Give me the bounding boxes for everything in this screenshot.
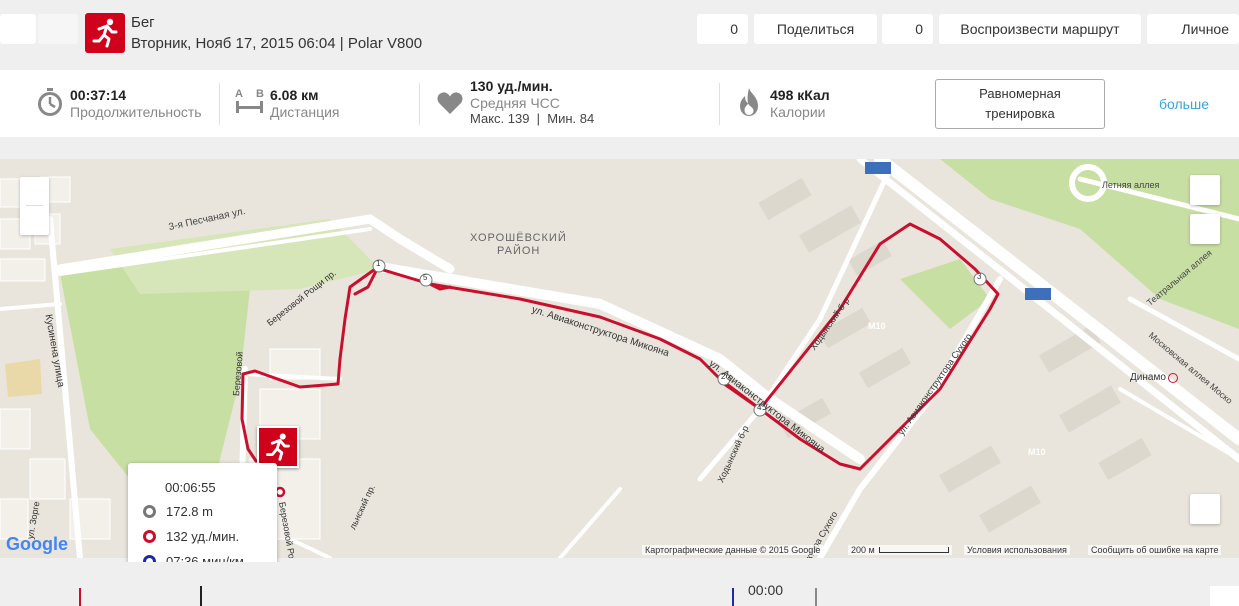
km-marker-label: 4 xyxy=(757,403,762,412)
share-count-button[interactable]: 0 xyxy=(882,14,933,44)
m10-label: M10 xyxy=(1028,447,1046,457)
share-count: 0 xyxy=(915,21,923,37)
hr-value: 130 уд./мин. xyxy=(470,78,553,94)
distance-value: 6.08 км xyxy=(270,87,319,103)
map-data-credit: Картографические данные © 2015 Google xyxy=(642,545,824,555)
district-label: ХОРОШЁВСКИЙ xyxy=(470,232,567,244)
like-count: 0 xyxy=(730,21,738,37)
km-marker-label: 5 xyxy=(423,273,428,282)
street-label: Летняя аллея xyxy=(1102,180,1160,190)
tooltip-altitude: 172.8 m xyxy=(166,504,213,519)
stopwatch-icon xyxy=(37,87,63,122)
stats-bar: 00:37:14 Продолжительность A B 6.08 км Д… xyxy=(0,70,1239,137)
point-b-label: B xyxy=(256,88,264,100)
hr-label: Средняя ЧСС xyxy=(470,95,560,111)
back-button[interactable] xyxy=(0,14,36,44)
calories-value: 498 кКал xyxy=(770,87,830,103)
metro-label: Динамо xyxy=(1130,372,1178,383)
scale-bar xyxy=(878,547,949,553)
point-a-label: A xyxy=(235,88,243,100)
map-type-button[interactable] xyxy=(1190,175,1220,205)
hr-marker-line xyxy=(79,588,81,606)
duration-label: Продолжительность xyxy=(70,104,202,120)
replay-route-button[interactable]: Воспроизвести маршрут xyxy=(939,14,1141,44)
heart-icon xyxy=(437,91,463,120)
map-control-divider xyxy=(26,205,43,206)
share-label: Поделиться xyxy=(776,21,855,37)
privacy-label: Личное xyxy=(1181,21,1229,37)
training-benefit-button[interactable]: Равномерная тренировка xyxy=(935,79,1105,129)
tooltip-altitude-row: 172.8 m xyxy=(143,504,213,519)
zoom-control[interactable] xyxy=(1190,494,1220,524)
tooltip-time: 00:06:55 xyxy=(165,480,216,495)
m10-label: M10 xyxy=(868,321,886,331)
running-icon xyxy=(266,433,290,461)
flame-icon xyxy=(737,87,761,122)
pace-marker-line xyxy=(732,588,734,606)
district-label-2: РАЙОН xyxy=(497,245,541,257)
like-count-button[interactable]: 0 xyxy=(697,14,748,44)
divider xyxy=(219,83,220,125)
metro-icon xyxy=(1167,372,1178,383)
m10-shield xyxy=(1025,288,1051,300)
training-benefit-label: Равномерная тренировка xyxy=(979,86,1061,121)
position-marker xyxy=(274,486,286,498)
hr-max-min: Макс. 139 | Мин. 84 xyxy=(470,111,595,126)
tooltip-heart-rate: 132 уд./мин. xyxy=(166,529,240,544)
divider xyxy=(719,83,720,125)
timeline[interactable]: 00:00 xyxy=(0,562,1239,606)
map-pan-control[interactable] xyxy=(20,177,49,235)
distance-label: Дистанция xyxy=(270,104,340,120)
duration-value: 00:37:14 xyxy=(70,87,127,103)
heart-rate-dot-icon xyxy=(143,530,156,543)
calories-label: Калории xyxy=(770,104,826,120)
km-marker-label: 3 xyxy=(977,272,982,281)
divider xyxy=(419,83,420,125)
fullscreen-button[interactable] xyxy=(1190,214,1220,244)
timeline-scroll-button[interactable] xyxy=(1210,586,1239,606)
replay-route-label: Воспроизвести маршрут xyxy=(960,21,1120,37)
dinamo-label: Динамо xyxy=(1130,372,1166,383)
header: Бег Вторник, Нояб 17, 2015 06:04 | Polar… xyxy=(0,0,1239,58)
report-error-link[interactable]: Сообщить об ошибке на карте xyxy=(1088,545,1222,555)
m10-shield xyxy=(865,162,891,174)
terms-link[interactable]: Условия использования xyxy=(964,545,1070,555)
start-marker[interactable] xyxy=(257,426,299,468)
share-button[interactable]: Поделиться xyxy=(754,14,877,44)
timeline-marker xyxy=(815,588,817,606)
sport-thumbnail-slot xyxy=(38,14,78,44)
sport-name: Бег xyxy=(131,14,155,31)
timeline-time-readout: 00:00 xyxy=(748,582,784,598)
sand-area xyxy=(5,359,42,397)
distance-icon: A B xyxy=(234,88,266,116)
more-link[interactable]: больше xyxy=(1159,96,1209,112)
map-scale-label: 200 м xyxy=(851,545,875,555)
google-logo: Google xyxy=(6,534,68,554)
map-scale: 200 м xyxy=(848,545,952,555)
km-marker-label: 1 xyxy=(376,259,381,268)
altitude-dot-icon xyxy=(143,505,156,518)
session-info: Вторник, Нояб 17, 2015 06:04 | Polar V80… xyxy=(131,35,423,52)
tooltip-hr-row: 132 уд./мин. xyxy=(143,529,239,544)
privacy-button[interactable]: Личное xyxy=(1147,14,1239,44)
timeline-cursor[interactable] xyxy=(200,586,202,606)
running-icon xyxy=(85,13,125,53)
km-marker-label: 2 xyxy=(721,372,726,381)
